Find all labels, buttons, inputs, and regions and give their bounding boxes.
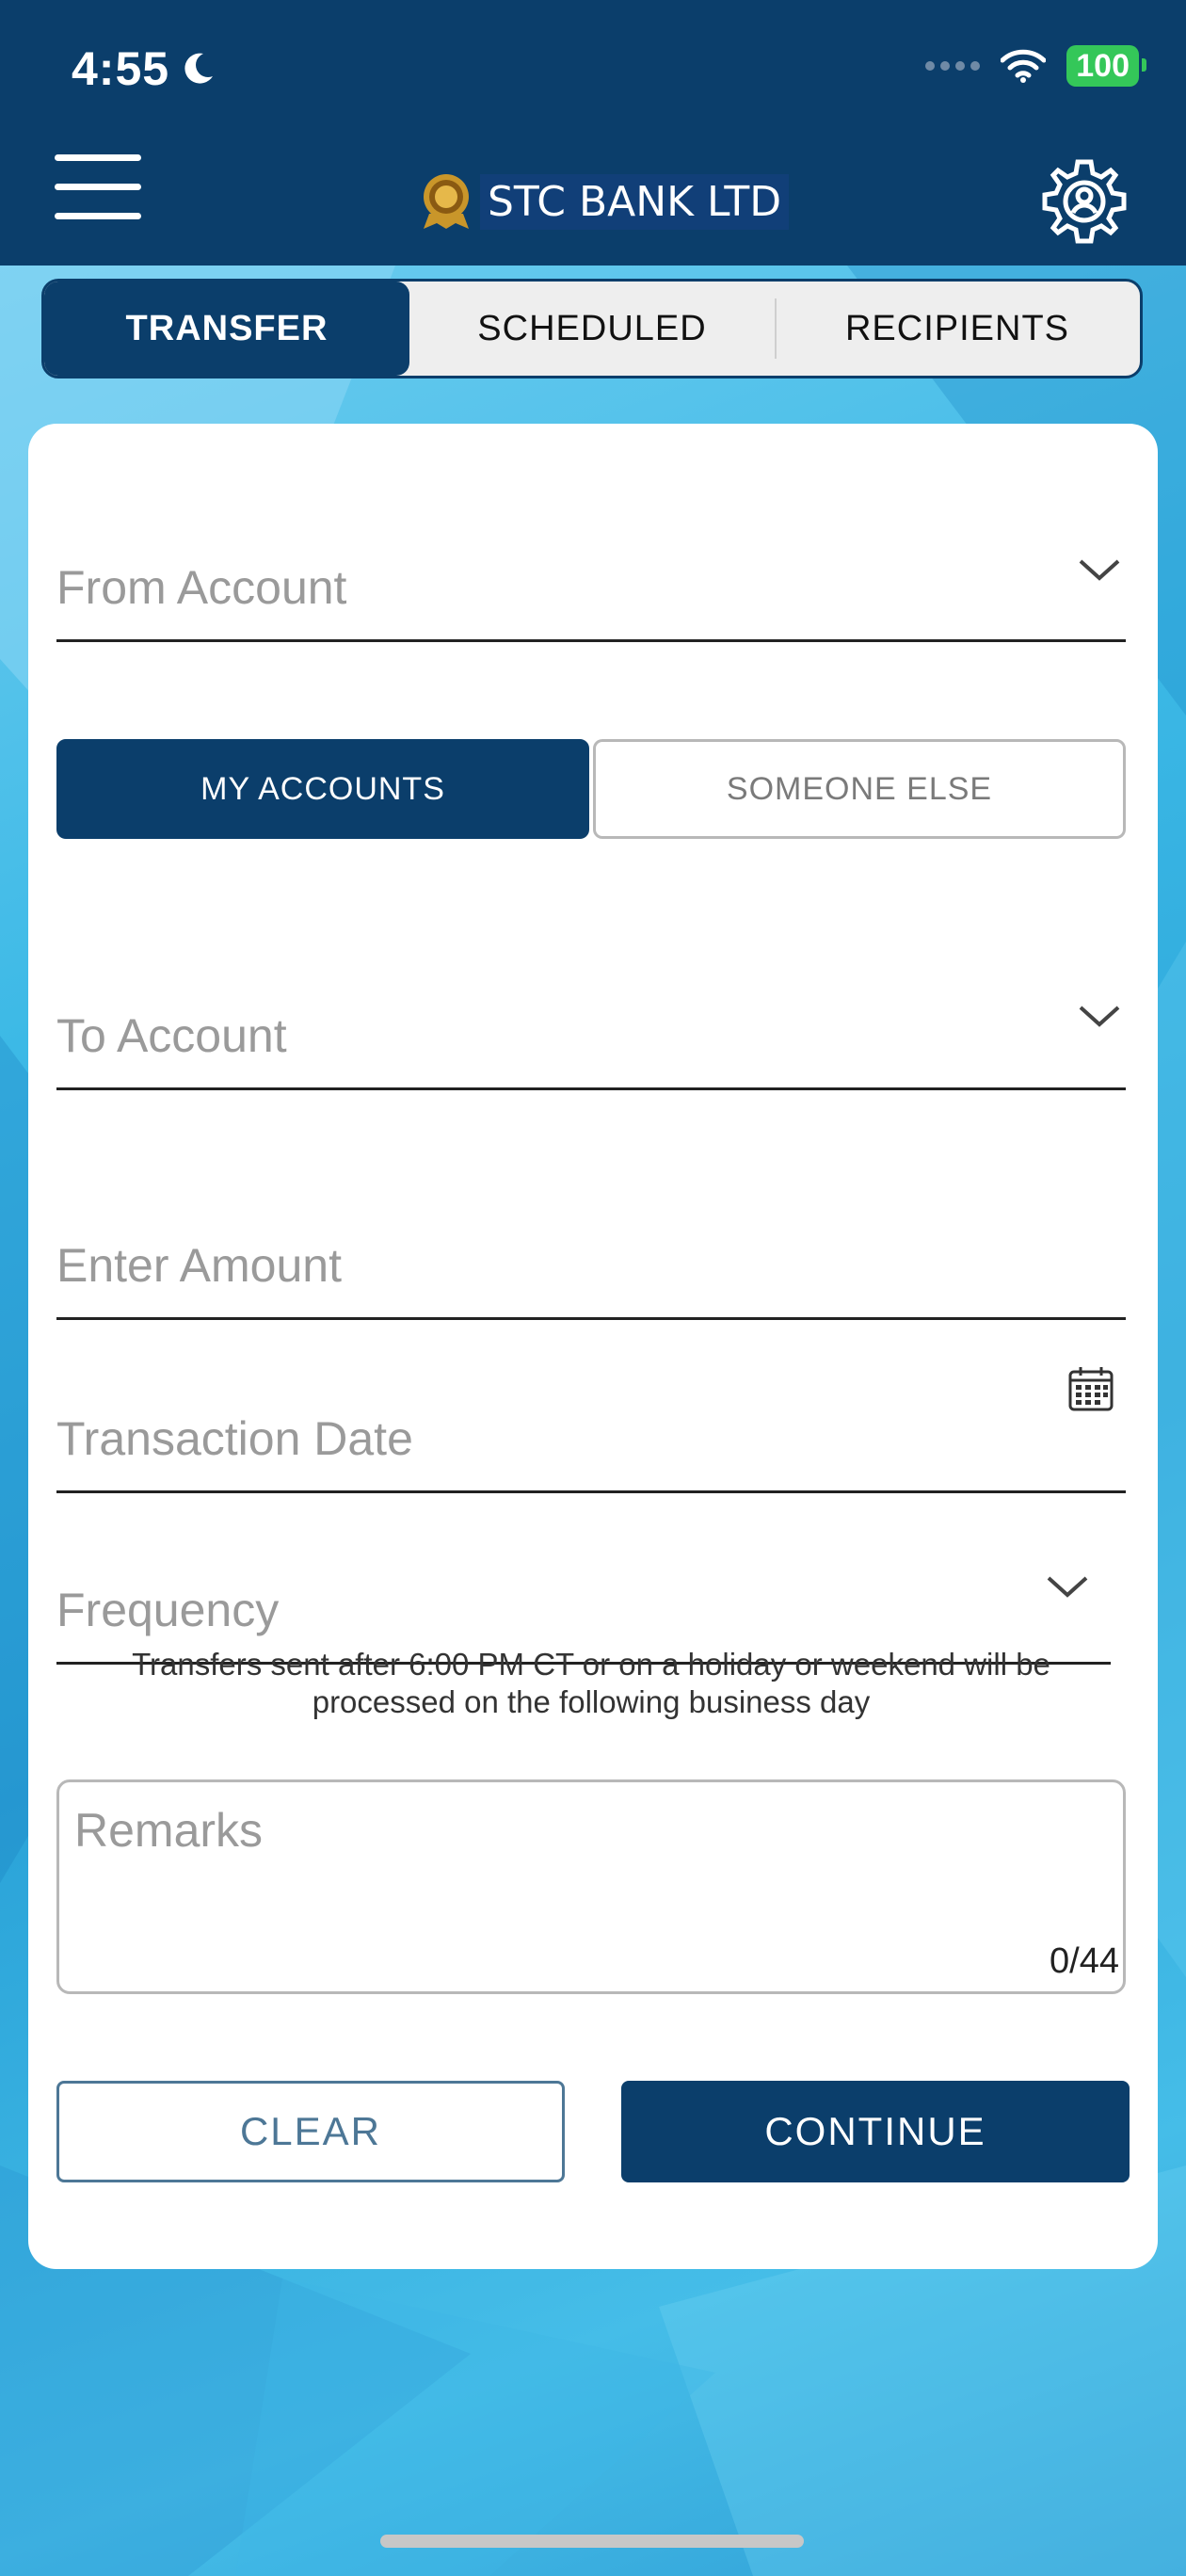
tab-recipients[interactable]: RECIPIENTS (775, 282, 1140, 376)
from-account-select[interactable]: From Account (56, 480, 1126, 642)
chevron-down-icon (1047, 1576, 1088, 1598)
my-accounts-button[interactable]: MY ACCOUNTS (56, 739, 589, 839)
bank-brand: STC BANK LTD (420, 169, 790, 233)
from-account-label: From Account (56, 561, 347, 614)
amount-input[interactable]: Enter Amount (56, 1177, 1126, 1320)
someone-else-button[interactable]: SOMEONE ELSE (593, 739, 1126, 839)
chevron-down-icon (1079, 559, 1120, 581)
recipient-type-toggle: MY ACCOUNTS SOMEONE ELSE (56, 739, 1126, 839)
settings-button[interactable] (1039, 156, 1130, 247)
amount-label: Enter Amount (56, 1239, 342, 1292)
remarks-textarea[interactable]: Remarks 0/44 (56, 1779, 1126, 1994)
signal-icon (925, 61, 981, 71)
remarks-placeholder: Remarks (74, 1804, 264, 1857)
transaction-date-input[interactable]: Transaction Date (56, 1365, 1126, 1493)
menu-button[interactable] (55, 154, 145, 220)
settings-gear-icon (1042, 159, 1127, 244)
chevron-down-icon (1079, 1006, 1120, 1027)
status-indicators: 100 (925, 45, 1146, 87)
menu-icon (55, 154, 141, 161)
frequency-label: Frequency (56, 1584, 280, 1636)
to-account-select[interactable]: To Account (56, 923, 1126, 1090)
transfer-tabs: TRANSFER SCHEDULED RECIPIENTS (41, 279, 1143, 378)
status-time-text: 4:55 (72, 42, 170, 95)
calendar-icon[interactable] (1067, 1365, 1114, 1412)
continue-button[interactable]: CONTINUE (621, 2081, 1130, 2182)
moon-icon (184, 53, 214, 84)
transaction-date-label: Transaction Date (56, 1412, 413, 1465)
remarks-char-counter: 0/44 (1050, 1941, 1119, 1981)
to-account-label: To Account (56, 1009, 287, 1062)
app-header: 4:55 100 STC BANK LTD (0, 0, 1186, 266)
wifi-icon (1001, 49, 1047, 83)
tab-transfer[interactable]: TRANSFER (44, 282, 409, 376)
clear-button[interactable]: CLEAR (56, 2081, 565, 2182)
home-indicator[interactable] (380, 2535, 804, 2548)
tab-scheduled[interactable]: SCHEDULED (409, 282, 775, 376)
bank-logo-icon (424, 174, 469, 229)
battery-indicator: 100 (1066, 45, 1146, 87)
bank-name: STC BANK LTD (480, 173, 790, 230)
cutoff-note: Transfers sent after 6:00 PM CT or on a … (132, 1647, 1050, 1719)
status-time: 4:55 (72, 41, 216, 96)
transfer-form-card: From Account MY ACCOUNTS SOMEONE ELSE To… (28, 424, 1158, 2269)
